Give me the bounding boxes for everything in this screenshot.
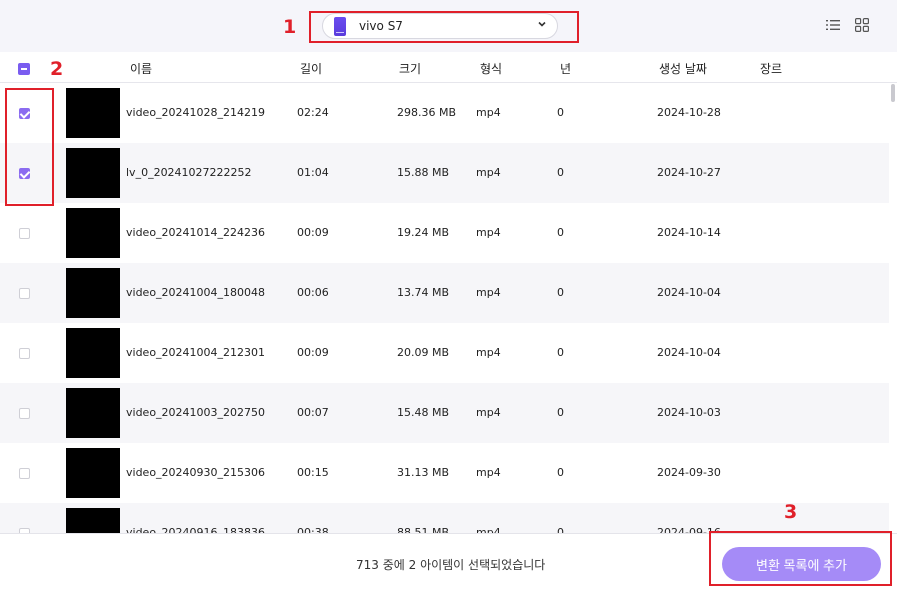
- column-header-size[interactable]: 크기: [399, 60, 421, 77]
- video-thumbnail: [66, 88, 120, 138]
- list-view-icon[interactable]: [826, 19, 840, 31]
- grid-view-icon[interactable]: [855, 18, 869, 32]
- file-length: 00:06: [297, 286, 329, 299]
- annotation-2: 2: [50, 58, 64, 80]
- video-thumbnail: [66, 148, 120, 198]
- file-size: 298.36 MB: [397, 106, 457, 119]
- file-list: video_20241028_214219 02:24 298.36 MB mp4 0 2…: [0, 83, 889, 533]
- table-row[interactable]: video_20240930_215306 00:15 31.13 MB mp4 0 20…: [0, 443, 889, 503]
- video-thumbnail: [66, 448, 120, 498]
- column-header-format[interactable]: 형식: [480, 60, 502, 77]
- selection-status: 713 중에 2 아이템이 선택되었습니다: [356, 558, 546, 572]
- file-created: 2024-10-04: [657, 286, 721, 299]
- row-checkbox[interactable]: [19, 408, 30, 419]
- file-created: 2024-10-27: [657, 166, 721, 179]
- file-length: 02:24: [297, 106, 329, 119]
- file-name: video_20241004_180048: [126, 286, 266, 299]
- select-all-checkbox[interactable]: [18, 63, 30, 75]
- annotation-1: 1: [283, 16, 297, 38]
- file-name: video_20241028_214219: [126, 106, 266, 119]
- file-format: mp4: [476, 286, 501, 299]
- table-row[interactable]: video_20240916_183836 00:38 88.51 MB mp4 0 20…: [0, 503, 889, 533]
- row-checkbox[interactable]: [19, 468, 30, 479]
- table-row[interactable]: video_20241004_180048 00:06 13.74 MB mp4 0 20…: [0, 263, 889, 323]
- file-created: 2024-10-28: [657, 106, 721, 119]
- file-size: 15.88 MB: [397, 166, 450, 179]
- file-name: video_20240930_215306: [126, 466, 266, 479]
- file-format: mp4: [476, 526, 501, 533]
- row-checkbox[interactable]: [19, 288, 30, 299]
- video-thumbnail: [66, 328, 120, 378]
- file-size: 19.24 MB: [397, 226, 450, 239]
- file-size: 88.51 MB: [397, 526, 450, 533]
- file-length: 00:09: [297, 226, 329, 239]
- file-length: 00:09: [297, 346, 329, 359]
- file-name: video_20241014_224236: [126, 226, 266, 239]
- annotation-3: 3: [784, 501, 798, 523]
- scrollbar[interactable]: [891, 84, 895, 102]
- file-format: mp4: [476, 106, 501, 119]
- column-header-genre[interactable]: 장르: [760, 60, 782, 77]
- file-name: video_20241003_202750: [126, 406, 266, 419]
- row-checkbox[interactable]: [19, 228, 30, 239]
- file-name: video_20240916_183836: [126, 526, 266, 533]
- device-name: vivo S7: [359, 19, 403, 33]
- column-header-length[interactable]: 길이: [300, 60, 322, 77]
- table-row[interactable]: video_20241028_214219 02:24 298.36 MB mp4 0 2…: [0, 83, 889, 143]
- column-header-name[interactable]: 이름: [130, 60, 152, 77]
- table-row[interactable]: video_20241004_212301 00:09 20.09 MB mp4 0 20…: [0, 323, 889, 383]
- file-format: mp4: [476, 466, 501, 479]
- file-size: 15.48 MB: [397, 406, 450, 419]
- device-dropdown[interactable]: vivo S7: [322, 13, 558, 39]
- video-thumbnail: [66, 208, 120, 258]
- file-size: 13.74 MB: [397, 286, 450, 299]
- table-row[interactable]: video_20241003_202750 00:07 15.48 MB mp4 0 20…: [0, 383, 889, 443]
- file-created: 2024-10-04: [657, 346, 721, 359]
- table-row[interactable]: lv_0_20241027222252 01:04 15.88 MB mp4 0 2024…: [0, 143, 889, 203]
- file-created: 2024-10-14: [657, 226, 721, 239]
- top-bar: 1 vivo S7: [0, 0, 897, 52]
- annotation-box-3: [709, 531, 892, 586]
- chevron-down-icon: [538, 21, 546, 27]
- file-size: 20.09 MB: [397, 346, 450, 359]
- file-year: 0: [557, 226, 564, 239]
- file-name: video_20241004_212301: [126, 346, 266, 359]
- video-thumbnail: [66, 508, 120, 533]
- file-length: 01:04: [297, 166, 329, 179]
- file-year: 0: [557, 106, 564, 119]
- file-format: mp4: [476, 166, 501, 179]
- file-format: mp4: [476, 226, 501, 239]
- file-year: 0: [557, 406, 564, 419]
- file-name: lv_0_20241027222252: [126, 166, 252, 179]
- file-year: 0: [557, 526, 564, 533]
- app-window: 1 vivo S7 2 이름 길이 크기 형식 년 생성 날짜 장르 video…: [0, 0, 897, 592]
- file-year: 0: [557, 166, 564, 179]
- file-length: 00:38: [297, 526, 329, 533]
- annotation-box-2: [5, 88, 54, 206]
- video-thumbnail: [66, 268, 120, 318]
- file-size: 31.13 MB: [397, 466, 450, 479]
- table-header: 2 이름 길이 크기 형식 년 생성 날짜 장르: [0, 52, 897, 83]
- file-created: 2024-09-30: [657, 466, 721, 479]
- phone-icon: [334, 17, 346, 36]
- row-checkbox[interactable]: [19, 348, 30, 359]
- table-row[interactable]: video_20241014_224236 00:09 19.24 MB mp4 0 20…: [0, 203, 889, 263]
- file-length: 00:15: [297, 466, 329, 479]
- column-header-year[interactable]: 년: [560, 60, 571, 77]
- file-year: 0: [557, 466, 564, 479]
- file-created: 2024-10-03: [657, 406, 721, 419]
- file-year: 0: [557, 286, 564, 299]
- file-format: mp4: [476, 406, 501, 419]
- video-thumbnail: [66, 388, 120, 438]
- file-format: mp4: [476, 346, 501, 359]
- file-year: 0: [557, 346, 564, 359]
- file-length: 00:07: [297, 406, 329, 419]
- column-header-created[interactable]: 생성 날짜: [659, 60, 707, 77]
